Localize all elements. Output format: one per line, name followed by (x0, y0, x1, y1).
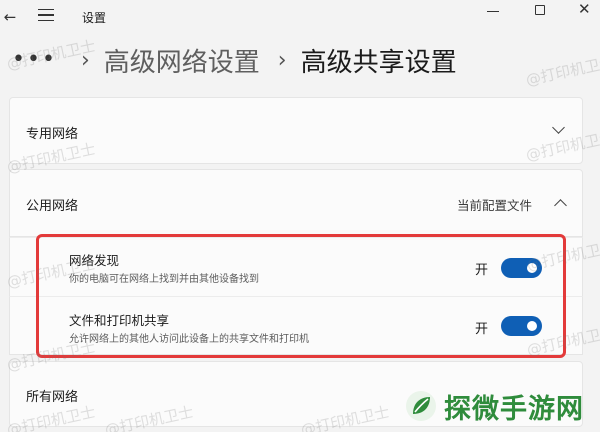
all-networks-label: 所有网络 (26, 390, 79, 405)
chevron-down-icon[interactable] (552, 121, 565, 134)
breadcrumb-overflow-icon[interactable]: ••• (12, 49, 57, 71)
current-profile-badge: 当前配置文件 (457, 198, 533, 213)
toggle-knob (527, 321, 537, 331)
file-printer-sharing-description: 允许网络上的其他人访问此设备上的共享文件和打印机 (69, 334, 309, 345)
private-network-label: 专用网络 (26, 127, 79, 142)
network-discovery-title: 网络发现 (69, 253, 120, 268)
file-printer-sharing-toggle[interactable] (501, 316, 542, 336)
window-title: 设置 (82, 11, 107, 25)
network-discovery-state-label: 开 (475, 263, 489, 278)
breadcrumb: ••• › 高级网络设置 › 高级共享设置 (12, 40, 457, 80)
public-network-label: 公用网络 (26, 199, 79, 214)
close-icon[interactable]: ✕ (578, 1, 591, 17)
network-discovery-row: 网络发现 你的电脑可在网络上找到并由其他设备找到 开 (9, 237, 583, 296)
chevron-up-icon[interactable] (554, 199, 567, 212)
network-discovery-toggle[interactable] (501, 258, 542, 278)
network-discovery-description: 你的电脑可在网络上找到并由其他设备找到 (69, 274, 259, 285)
leaf-logo-icon (404, 389, 438, 423)
public-network-section[interactable]: 公用网络 当前配置文件 (9, 169, 583, 237)
private-network-section[interactable]: 专用网络 (9, 97, 583, 164)
back-arrow-icon[interactable]: ← (0, 6, 20, 28)
file-printer-sharing-title: 文件和打印机共享 (69, 313, 170, 328)
file-printer-sharing-state-label: 开 (475, 322, 489, 337)
toggle-knob (527, 263, 537, 273)
page-title: 高级共享设置 (300, 47, 457, 78)
watermark: @打印机卫士 (524, 52, 600, 90)
breadcrumb-item-advanced-network[interactable]: 高级网络设置 (104, 42, 260, 79)
chevron-right-icon: › (277, 47, 287, 73)
minimize-icon[interactable] (487, 11, 499, 12)
brand-logo: 探微手游网 (404, 380, 600, 432)
hamburger-menu-icon[interactable] (38, 9, 54, 23)
chevron-right-icon: › (80, 47, 90, 73)
brand-name: 探微手游网 (444, 393, 584, 425)
title-bar: ← 设置 ✕ (0, 0, 600, 38)
file-printer-sharing-row: 文件和打印机共享 允许网络上的其他人访问此设备上的共享文件和打印机 开 (9, 296, 583, 355)
maximize-icon[interactable] (535, 5, 545, 15)
